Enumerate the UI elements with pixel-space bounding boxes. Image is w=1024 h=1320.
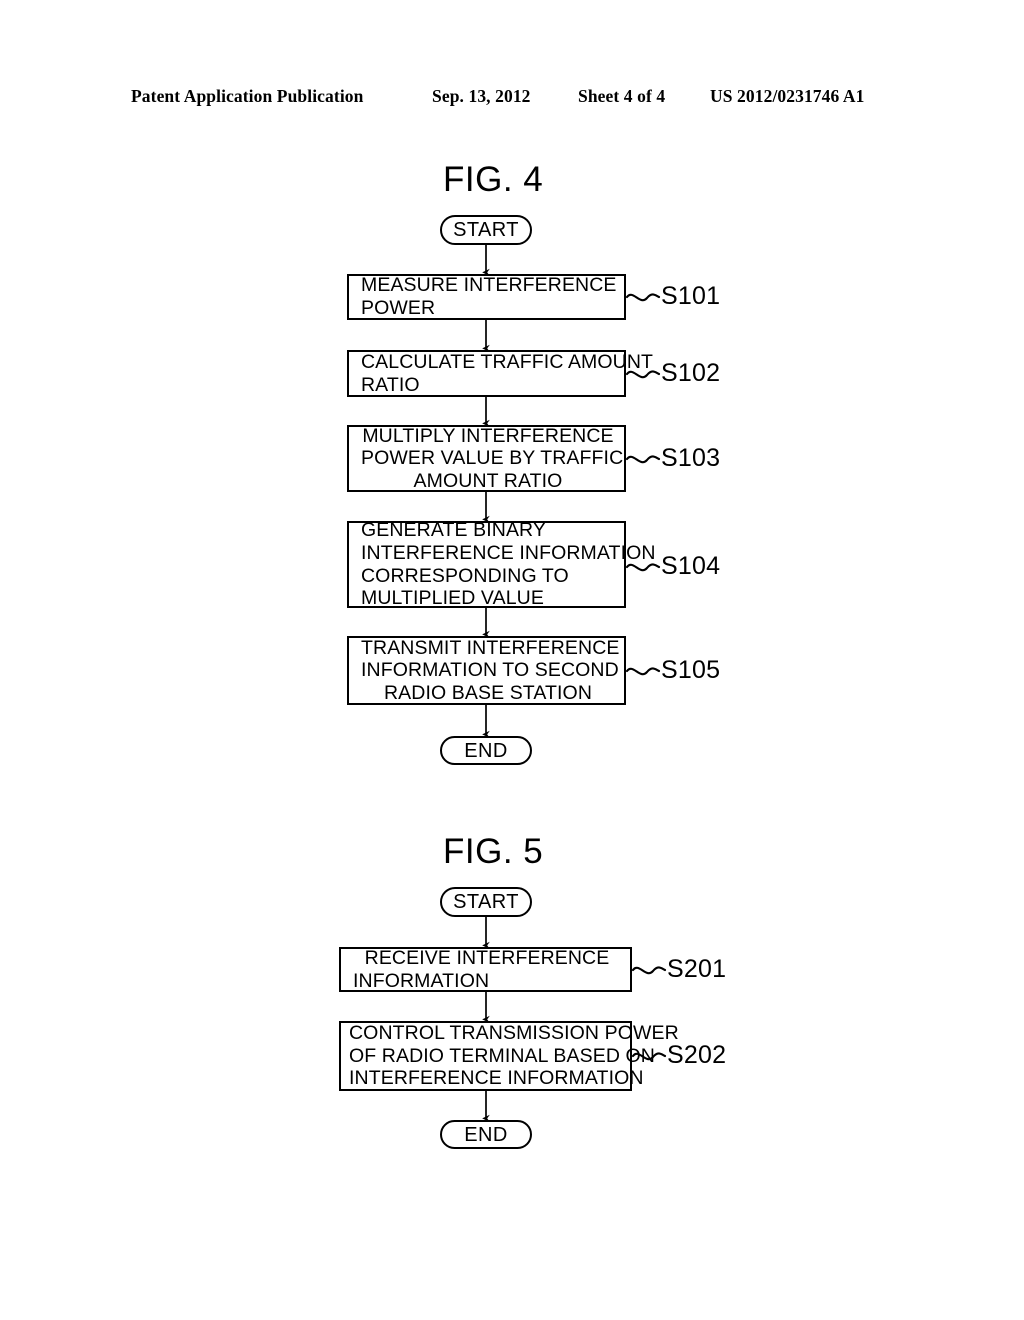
- patent-number: US 2012/0231746 A1: [710, 86, 865, 106]
- fig4-end-terminator: END: [440, 736, 532, 765]
- fig4-step-ref-s104: S104: [661, 552, 721, 580]
- fig4-step-s101-box: MEASURE INTERFERENCE POWER: [347, 274, 626, 320]
- fig4-step-s103-line-2: POWER VALUE BY TRAFFIC: [361, 447, 624, 470]
- fig5-step-s202-line-3: INTERFERENCE INFORMATION: [349, 1067, 644, 1090]
- fig4-start-label: START: [453, 219, 519, 241]
- fig5-step-s202-line-1: CONTROL TRANSMISSION POWER: [349, 1022, 679, 1045]
- fig4-step-ref-s105: S105: [661, 656, 721, 684]
- page-header: Patent Application Publication Sep. 13, …: [0, 86, 1024, 110]
- fig5-start-terminator: START: [440, 887, 532, 917]
- publication-date: Sep. 13, 2012: [432, 86, 531, 106]
- fig4-step-s104-line-4: MULTIPLIED VALUE: [361, 587, 544, 610]
- fig4-step-ref-s101: S101: [661, 282, 721, 310]
- fig4-step-s104-line-1: GENERATE BINARY: [361, 519, 546, 542]
- fig5-end-terminator: END: [440, 1120, 532, 1149]
- fig4-step-s104-box: GENERATE BINARY INTERFERENCE INFORMATION…: [347, 519, 656, 610]
- fig4-step-s101-line-1: MEASURE INTERFERENCE: [361, 274, 617, 297]
- fig5-step-s202-line-2: OF RADIO TERMINAL BASED ON: [349, 1044, 655, 1067]
- fig4-step-s103-box: MULTIPLY INTERFERENCE POWER VALUE BY TRA…: [347, 425, 626, 492]
- publication-label: Patent Application Publication: [131, 86, 364, 106]
- fig4-step-s103-line-3: AMOUNT RATIO: [413, 469, 563, 492]
- step-leader-squiggles: [625, 293, 667, 1061]
- fig4-step-s105-line-3: RADIO BASE STATION: [383, 681, 593, 704]
- fig5-step-s202-box: CONTROL TRANSMISSION POWER OF RADIO TERM…: [339, 1021, 679, 1091]
- sheet-number: Sheet 4 of 4: [578, 86, 666, 106]
- fig4-step-s105-line-2: INFORMATION TO SECOND: [361, 659, 619, 682]
- fig5-step-ref-s201: S201: [667, 955, 727, 983]
- fig4-step-s104-line-3: CORRESPONDING TO: [361, 564, 569, 587]
- fig4-step-ref-s103: S103: [661, 444, 721, 472]
- fig4-step-ref-s102: S102: [661, 359, 721, 387]
- fig5-end-label: END: [464, 1123, 508, 1146]
- fig4-step-s105-line-1: TRANSMIT INTERFERENCE: [361, 636, 620, 659]
- fig4-start-terminator: START: [440, 215, 532, 245]
- fig4-step-s102-box: CALCULATE TRAFFIC AMOUNT RATIO: [347, 350, 654, 397]
- figure-title-fig4: FIG. 4: [443, 160, 544, 199]
- fig5-step-s201-line-2: INFORMATION: [353, 969, 490, 992]
- fig4-end-label: END: [464, 739, 508, 762]
- fig5-step-s201-box: RECEIVE INTERFERENCE INFORMATION: [339, 947, 632, 992]
- fig5-step-ref-s202: S202: [667, 1041, 727, 1069]
- fig4-step-s105-box: TRANSMIT INTERFERENCE INFORMATION TO SEC…: [347, 636, 626, 705]
- fig5-step-s201-line-1: RECEIVE INTERFERENCE: [364, 946, 610, 969]
- fig4-step-s103-line-1: MULTIPLY INTERFERENCE: [362, 424, 614, 447]
- fig5-start-label: START: [453, 891, 519, 913]
- fig4-step-s102-line-2: RATIO: [361, 373, 420, 396]
- figure-title-fig5: FIG. 5: [443, 832, 544, 871]
- fig4-step-s104-line-2: INTERFERENCE INFORMATION: [361, 541, 656, 564]
- fig4-step-s102-line-1: CALCULATE TRAFFIC AMOUNT: [361, 350, 654, 373]
- fig4-step-s101-line-2: POWER: [361, 297, 436, 319]
